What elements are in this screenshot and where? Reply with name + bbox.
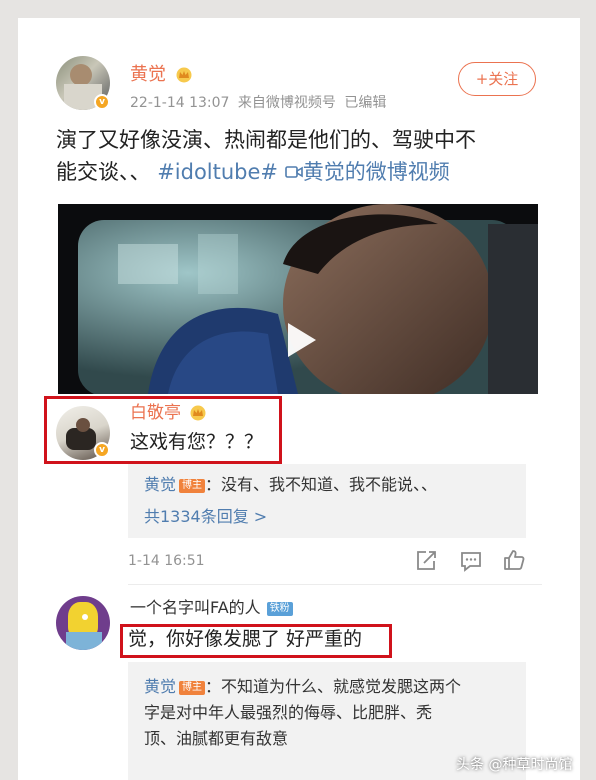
share-icon[interactable] [414, 549, 438, 573]
video-player[interactable] [58, 204, 538, 394]
more-replies-link[interactable]: 共1334条回复 > [144, 506, 267, 528]
video-frame [58, 204, 538, 394]
commenter-name[interactable]: 一个名字叫FA的人 [130, 598, 261, 617]
hashtag-link[interactable]: #idoltube# [157, 160, 278, 184]
reply-box[interactable]: 黄觉 博主 ：没有、我不知道、我不能说、、 共1334条回复 > [128, 464, 526, 538]
reply-user[interactable]: 黄觉 [144, 677, 176, 696]
post-date: 22-1-14 13:07 [130, 95, 230, 111]
highlight-box [120, 624, 392, 658]
post-source[interactable]: 来自微博视频号 [238, 95, 336, 111]
author-name[interactable]: 黄觉 [130, 64, 166, 85]
like-icon[interactable] [502, 548, 526, 572]
post-text-line-2: 能交谈、、 [56, 160, 151, 184]
follow-button[interactable]: +关注 [458, 62, 536, 96]
crown-icon [176, 67, 192, 83]
post-text: 演了又好像没演、热闹都是他们的、驾驶中不 能交谈、、 #idoltube# 黄觉… [56, 124, 556, 188]
video-link-label: 黄觉的微博视频 [302, 160, 450, 184]
reply-text-line-2: 字是对中年人最强烈的侮辱、比肥胖、秃 [144, 703, 433, 722]
weibo-post-card: v 黄觉 22-1-14 13:07 来自微博视频号 已编辑 +关注 演了又好像… [18, 18, 580, 780]
fan-tag: 铁粉 [266, 602, 293, 616]
highlight-box [44, 396, 282, 464]
comment-icon[interactable] [459, 549, 483, 573]
divider [128, 584, 542, 585]
play-icon[interactable] [284, 320, 320, 360]
blogger-tag: 博主 [179, 479, 206, 493]
reply-user[interactable]: 黄觉 [144, 475, 176, 494]
edited-label: 已编辑 [344, 95, 387, 111]
blogger-tag: 博主 [179, 681, 206, 695]
verified-badge-icon: v [94, 94, 110, 110]
post-text-line-1: 演了又好像没演、热闹都是他们的、驾驶中不 [56, 128, 476, 152]
watermark: 头条 @种草时尚馆 [456, 757, 573, 773]
commenter-avatar[interactable] [56, 596, 110, 650]
follow-label: +关注 [475, 70, 519, 88]
video-link-icon [284, 166, 303, 178]
reply-text-line-1: ：不知道为什么、就感觉发腮这两个 [205, 677, 462, 696]
reply-text-line-3: 顶、油腻都更有敌意 [144, 729, 289, 748]
video-link[interactable]: 黄觉的微博视频 [284, 160, 450, 184]
reply-text: ：没有、我不知道、我不能说、、 [205, 475, 438, 494]
comment-time: 1-14 16:51 [128, 553, 205, 569]
